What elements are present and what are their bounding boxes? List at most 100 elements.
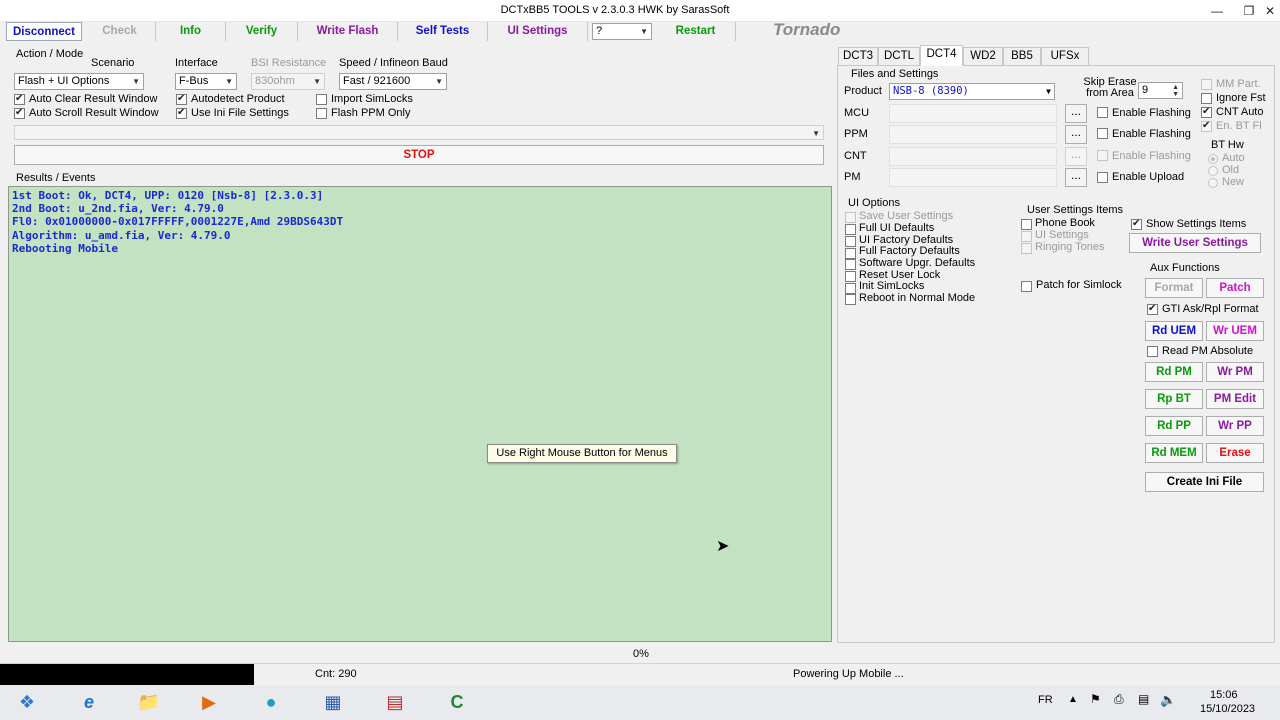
tab-ufsx[interactable]: UFSx [1041, 47, 1089, 65]
autodetect-checkbox[interactable] [176, 93, 187, 105]
clock-time[interactable]: 15:06 [1210, 689, 1238, 701]
pm-field[interactable] [889, 168, 1057, 187]
edge-icon[interactable]: ● [244, 687, 298, 718]
write-user-settings-button[interactable]: Write User Settings [1129, 233, 1261, 253]
tab-dct4[interactable]: DCT4 [920, 45, 963, 66]
cnt-enable-checkbox[interactable] [1097, 150, 1108, 161]
app-tools-icon[interactable]: ▤ [368, 687, 422, 718]
product-select[interactable]: NSB-8 (8390) ▼ [889, 83, 1055, 100]
help-select[interactable]: ? ▼ [592, 23, 652, 40]
cnt-auto-checkbox[interactable] [1201, 106, 1212, 118]
disconnect-button[interactable]: Disconnect [6, 22, 82, 41]
clock-date[interactable]: 15/10/2023 [1200, 703, 1255, 715]
write-flash-button[interactable]: Write Flash [298, 22, 398, 41]
rd-uem-button[interactable]: Rd UEM [1145, 321, 1203, 341]
cnt-field[interactable] [889, 147, 1057, 166]
flash-ppm-only-checkbox[interactable] [316, 108, 327, 119]
wr-pm-button[interactable]: Wr PM [1206, 362, 1264, 382]
format-button[interactable]: Format [1145, 278, 1203, 298]
bt-auto-radio[interactable] [1208, 154, 1218, 164]
read-pm-abs-checkbox[interactable] [1147, 346, 1158, 357]
pm-browse-button[interactable]: ... [1065, 168, 1087, 187]
close-icon[interactable]: ✕ [1261, 2, 1279, 20]
tab-dctl[interactable]: DCTL [878, 47, 920, 65]
ui-option-checkbox[interactable] [845, 248, 856, 259]
wr-uem-button[interactable]: Wr UEM [1206, 321, 1264, 341]
printer-icon[interactable]: ⎙ [1114, 692, 1124, 707]
results-log[interactable]: 1st Boot: Ok, DCT4, UPP: 0120 [Nsb-8] [2… [8, 186, 832, 642]
ui-option-label: Reboot in Normal Mode [859, 292, 976, 304]
ppm-field[interactable] [889, 125, 1057, 144]
app-c-icon[interactable]: C [430, 687, 484, 718]
phone-book-checkbox[interactable] [1021, 219, 1032, 230]
restart-button[interactable]: Restart [656, 22, 736, 41]
ie-icon[interactable]: e [62, 687, 116, 718]
mcu-field[interactable] [889, 104, 1057, 123]
ringing-tones-checkbox[interactable] [1021, 243, 1032, 254]
flag-icon[interactable]: ⚑ [1090, 692, 1101, 706]
pm-upload-checkbox[interactable] [1097, 172, 1108, 183]
network-icon[interactable]: ▤ [1138, 692, 1149, 706]
import-simlocks-checkbox[interactable] [316, 94, 327, 105]
language-indicator[interactable]: FR [1038, 694, 1053, 706]
ui-option-checkbox[interactable] [845, 259, 856, 270]
stop-button[interactable]: STOP [14, 145, 824, 165]
ui-option-checkbox[interactable] [845, 236, 856, 247]
gti-checkbox[interactable] [1147, 303, 1158, 315]
ui-option-checkbox[interactable] [845, 271, 856, 282]
ppm-browse-button[interactable]: ... [1065, 125, 1087, 144]
use-ini-checkbox[interactable] [176, 107, 187, 119]
app-icon[interactable]: ▦ [306, 687, 360, 718]
bsi-select[interactable]: 830ohm ▼ [251, 73, 325, 90]
tab-bb5[interactable]: BB5 [1003, 47, 1041, 65]
patch-button[interactable]: Patch [1206, 278, 1264, 298]
check-button[interactable]: Check [84, 22, 156, 41]
ui-option-checkbox[interactable] [845, 294, 856, 305]
mcu-enable-checkbox[interactable] [1097, 107, 1108, 118]
rp-bt-button[interactable]: Rp BT [1145, 389, 1203, 409]
show-settings-checkbox[interactable] [1131, 218, 1142, 230]
erase-button[interactable]: Erase [1206, 443, 1264, 463]
ui-option-checkbox[interactable] [845, 212, 856, 223]
ui-settings-button[interactable]: UI Settings [488, 22, 588, 41]
speed-select[interactable]: Fast / 921600 ▼ [339, 73, 447, 90]
stepper-icon[interactable]: ▲ ▼ [1172, 84, 1179, 98]
rd-mem-button[interactable]: Rd MEM [1145, 443, 1203, 463]
self-tests-button[interactable]: Self Tests [398, 22, 488, 41]
pm-edit-button[interactable]: PM Edit [1206, 389, 1264, 409]
tab-wd2[interactable]: WD2 [963, 47, 1003, 65]
cnt-browse-button[interactable]: ... [1065, 147, 1087, 166]
tray-up-icon[interactable]: ▲ [1068, 694, 1078, 705]
folder-icon[interactable]: 📁 [122, 687, 176, 718]
media-player-icon[interactable]: ▶ [182, 687, 236, 718]
ppm-enable-checkbox[interactable] [1097, 128, 1108, 139]
scenario-select[interactable]: Flash + UI Options ▼ [14, 73, 144, 90]
speaker-icon[interactable]: 🔈 [1160, 692, 1176, 708]
rd-pp-button[interactable]: Rd PP [1145, 416, 1203, 436]
tab-dct3[interactable]: DCT3 [838, 47, 878, 65]
maximize-icon[interactable]: ❐ [1240, 2, 1258, 20]
wr-pp-button[interactable]: Wr PP [1206, 416, 1264, 436]
ui-settings-checkbox[interactable] [1021, 231, 1032, 242]
ui-option-checkbox[interactable] [845, 224, 856, 235]
auto-scroll-checkbox[interactable] [14, 107, 25, 119]
mcu-browse-button[interactable]: ... [1065, 104, 1087, 123]
auto-clear-checkbox[interactable] [14, 93, 25, 105]
start-icon[interactable]: ❖ [0, 687, 54, 718]
import-simlocks-label: Import SimLocks [331, 93, 413, 105]
minimize-icon[interactable]: — [1208, 2, 1226, 20]
ignore-fst-checkbox[interactable] [1201, 93, 1212, 104]
path-select[interactable]: ▼ [14, 125, 824, 140]
info-button[interactable]: Info [156, 22, 226, 41]
interface-select[interactable]: F-Bus ▼ [175, 73, 237, 90]
create-ini-button[interactable]: Create Ini File [1145, 472, 1264, 492]
patch-simlock-checkbox[interactable] [1021, 281, 1032, 292]
skip-erase-stepper[interactable]: 9 ▲ ▼ [1138, 82, 1183, 99]
mm-part-checkbox[interactable] [1201, 79, 1212, 90]
bt-old-radio[interactable] [1208, 166, 1218, 176]
ui-option-checkbox[interactable] [845, 283, 856, 294]
bt-new-radio[interactable] [1208, 178, 1218, 188]
rd-pm-button[interactable]: Rd PM [1145, 362, 1203, 382]
verify-button[interactable]: Verify [226, 22, 298, 41]
en-bt-fl-checkbox[interactable] [1201, 120, 1212, 132]
